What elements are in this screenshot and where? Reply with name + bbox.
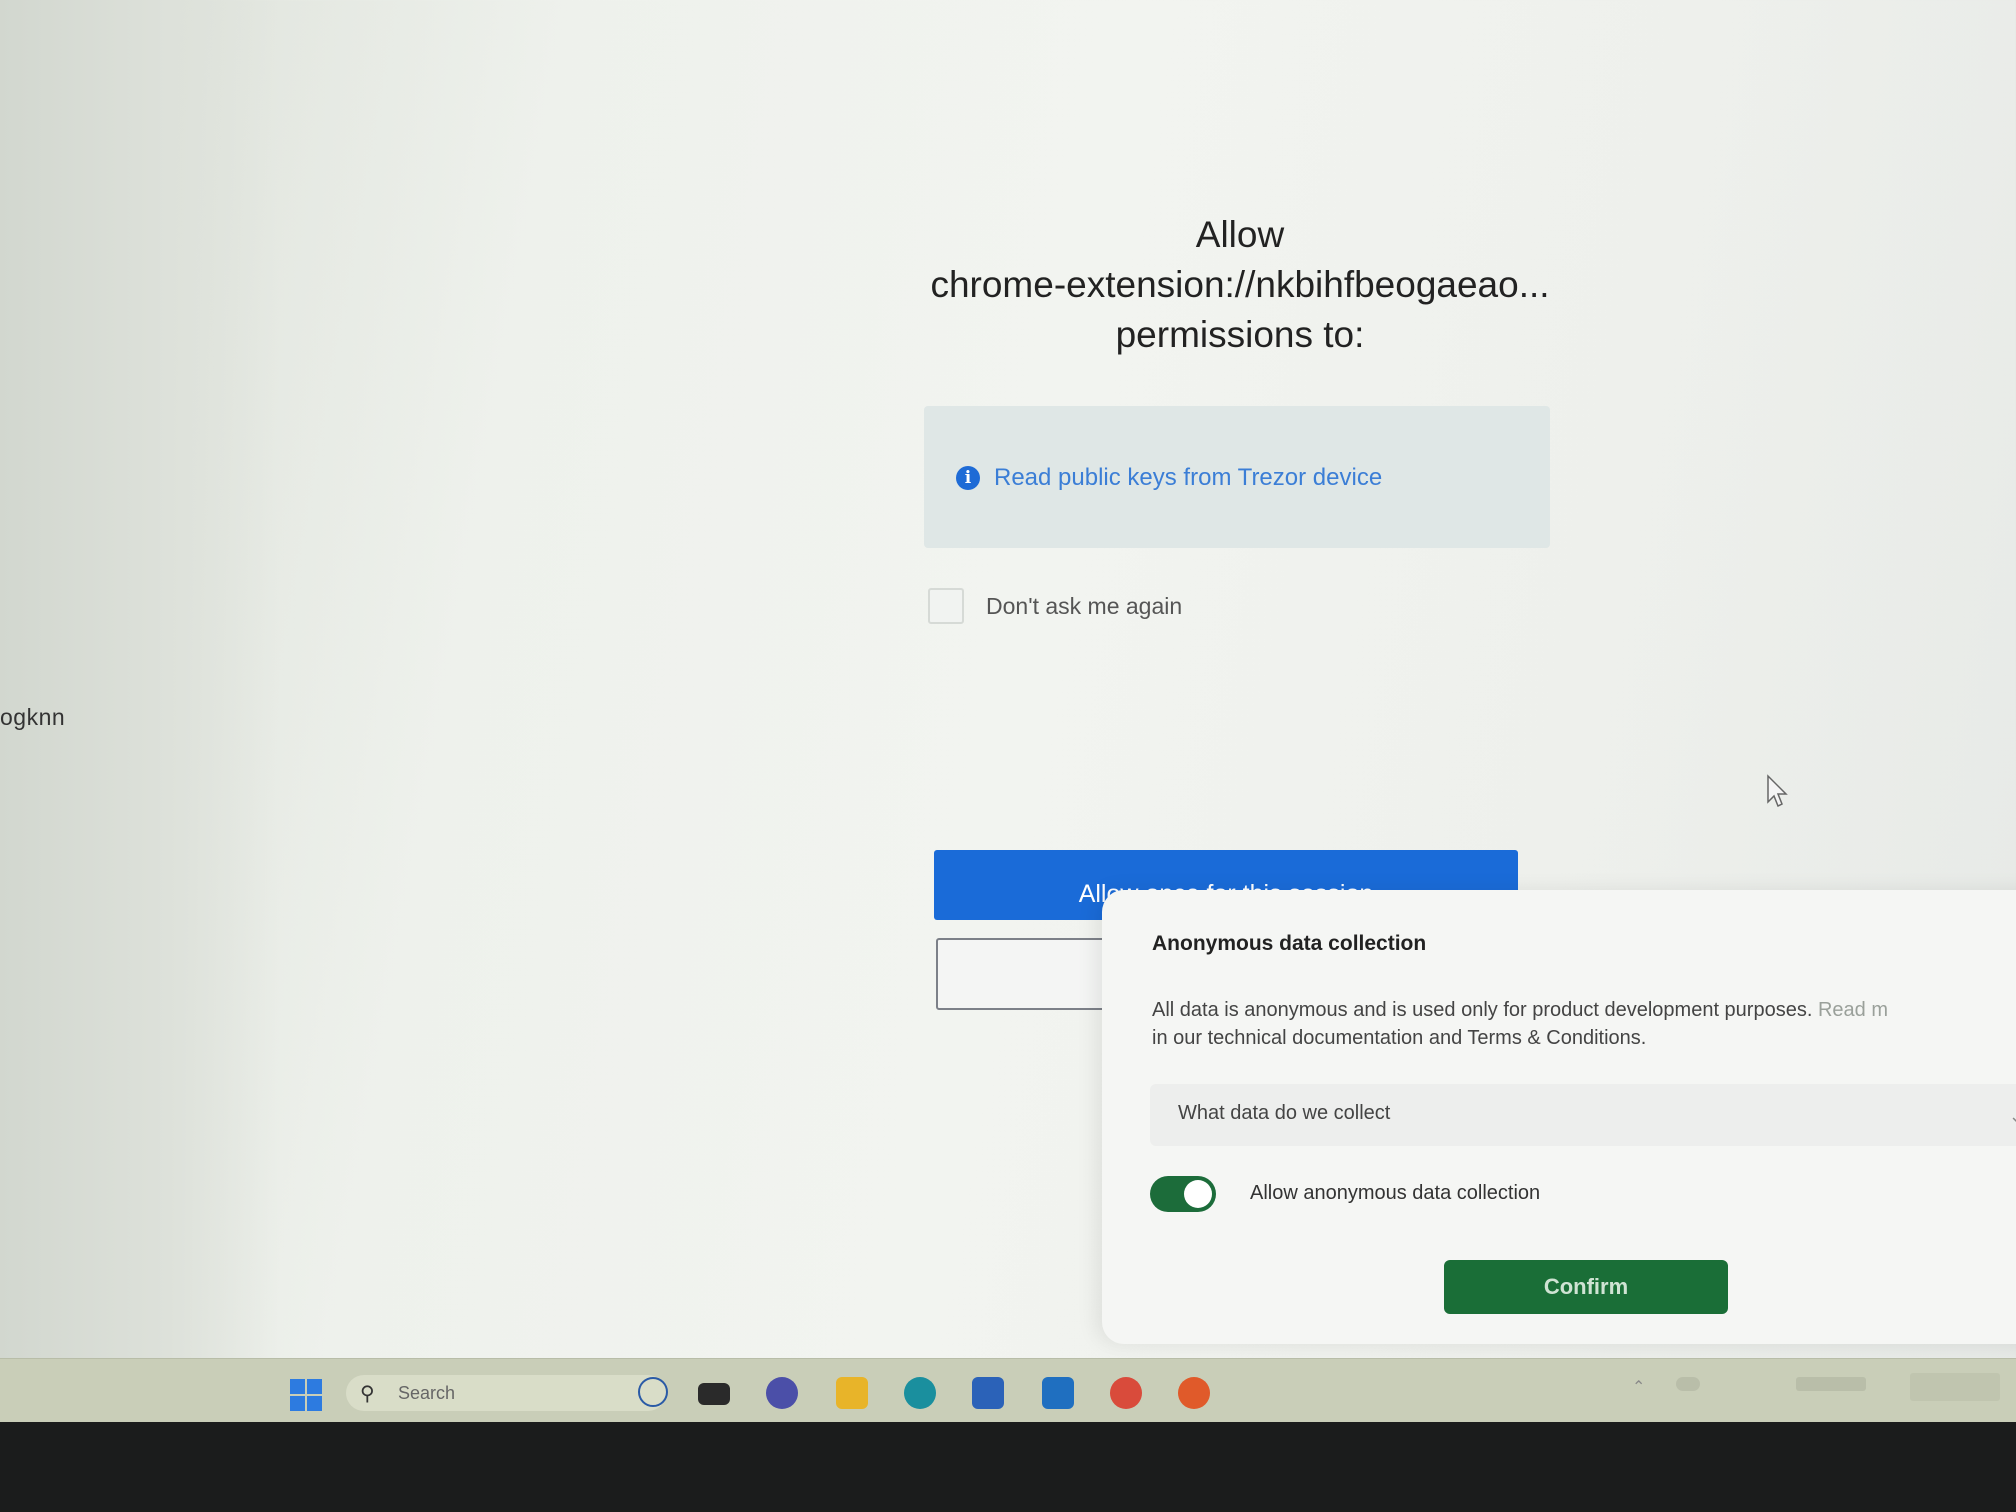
l-app-icon[interactable] — [1042, 1377, 1074, 1409]
truncated-text: ogknn — [0, 704, 66, 730]
modal-description-line1: All data is anonymous and is used only f… — [1152, 999, 1813, 1021]
weather-icon[interactable] — [1676, 1377, 1700, 1391]
modal-title: Anonymous data collection — [1152, 932, 1427, 955]
dont-ask-again-checkbox[interactable] — [928, 588, 964, 624]
taskbar-search-placeholder: Search — [398, 1383, 456, 1403]
data-collection-toggle[interactable] — [1150, 1176, 1216, 1212]
read-more-link[interactable]: Read m — [1812, 999, 1888, 1021]
info-icon: i — [956, 466, 980, 490]
edge-icon[interactable] — [904, 1377, 936, 1409]
search-icon: ⚲ — [360, 1383, 375, 1405]
modal-description: All data is anonymous and is used only f… — [1152, 996, 2016, 1052]
dont-ask-again-row[interactable]: Don't ask me again — [928, 588, 1182, 624]
left-background-panel — [0, 0, 280, 1360]
terminal-icon[interactable] — [698, 1383, 730, 1405]
chevron-down-icon: ⌄ — [2009, 1106, 2016, 1127]
dont-ask-again-label: Don't ask me again — [986, 592, 1183, 619]
data-collection-toggle-label: Allow anonymous data collection — [1250, 1182, 1541, 1204]
teams-icon[interactable] — [766, 1377, 798, 1409]
network-volume-icon[interactable] — [1796, 1377, 1866, 1391]
toggle-knob — [1184, 1180, 1212, 1208]
clock-icon[interactable] — [1910, 1373, 2000, 1401]
tray-chevron-icon[interactable]: ⌃ — [1632, 1377, 1645, 1397]
permission-item: i Read public keys from Trezor device — [956, 464, 1382, 492]
permission-label: Read public keys from Trezor device — [994, 464, 1383, 491]
data-collection-modal: Anonymous data collection All data is an… — [1102, 890, 2016, 1344]
permission-dialog-title: Allow chrome-extension://nkbihfbeogaeao.… — [880, 210, 1600, 360]
windows-taskbar: ⚲ Search ⌃ — [0, 1358, 2016, 1423]
taskbar-search[interactable]: ⚲ Search — [346, 1375, 666, 1411]
monitor-bezel — [0, 1422, 2016, 1512]
title-line-allow: Allow — [1195, 214, 1285, 255]
firefox-icon[interactable] — [1178, 1377, 1210, 1409]
title-line-permissions: permissions to: — [1115, 314, 1365, 355]
mouse-cursor-icon — [1767, 774, 1788, 808]
title-line-origin: chrome-extension://nkbihfbeogaeao... — [930, 264, 1550, 305]
what-data-label: What data do we collect — [1178, 1102, 1391, 1124]
windows-start-icon[interactable] — [290, 1379, 322, 1411]
confirm-button[interactable]: Confirm — [1444, 1260, 1728, 1314]
what-data-collapsible[interactable]: What data do we collect ⌄ — [1150, 1084, 2016, 1146]
store-icon[interactable] — [972, 1377, 1004, 1409]
chrome-icon[interactable] — [1110, 1377, 1142, 1409]
file-explorer-icon[interactable] — [836, 1377, 868, 1409]
permission-list: i Read public keys from Trezor device — [924, 406, 1550, 548]
modal-description-line2: in our technical documentation and Terms… — [1152, 1027, 1647, 1049]
bing-icon[interactable] — [638, 1377, 668, 1407]
